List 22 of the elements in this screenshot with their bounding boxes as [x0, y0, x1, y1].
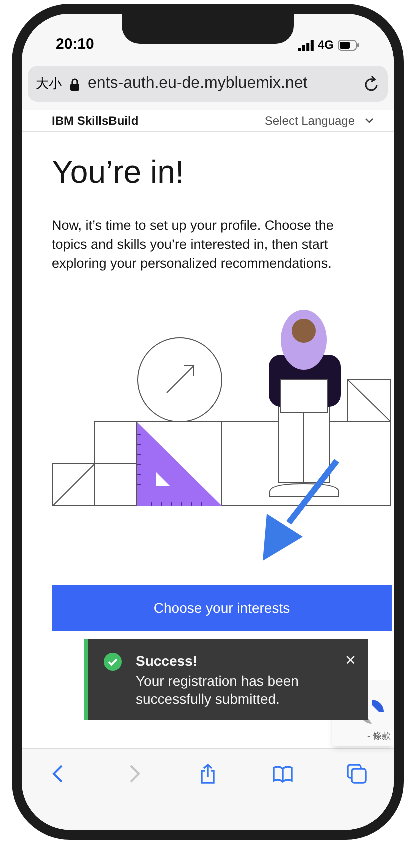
toast-title: Success!: [136, 652, 198, 671]
url-text: ents-auth.eu-de.mybluemix.net: [88, 74, 309, 94]
site-logo[interactable]: IBM SkillsBuild: [52, 112, 139, 130]
tabs-icon[interactable]: [346, 763, 368, 785]
intro-paragraph: Now, it’s time to set up your profile. Choose the topics and skills you’re interested in, then start exploring your personalized recommendations.: [52, 217, 335, 273]
chevron-down-icon: [365, 118, 374, 124]
text-size-button[interactable]: 大小: [36, 74, 62, 94]
address-bar[interactable]: 大小 ents-auth.eu-de.mybluemix.net: [28, 66, 388, 102]
signal-icon: [298, 40, 314, 50]
book-icon[interactable]: [272, 763, 294, 785]
network-label: 4G: [318, 37, 334, 54]
language-select[interactable]: Select Language: [264, 112, 355, 130]
clock: 20:10: [56, 34, 94, 55]
lock-icon: [70, 78, 80, 90]
page-heading: You’re in!: [52, 153, 186, 192]
choose-interests-button[interactable]: Choose your interests: [52, 585, 392, 631]
close-button[interactable]: ×: [345, 651, 356, 669]
check-circle-icon: [104, 653, 122, 671]
recaptcha-links[interactable]: - 條款: [368, 730, 391, 743]
reload-icon[interactable]: [364, 75, 380, 93]
toast-message: Your registration has been successfully submitted.: [136, 672, 300, 708]
battery-icon: [338, 40, 360, 50]
